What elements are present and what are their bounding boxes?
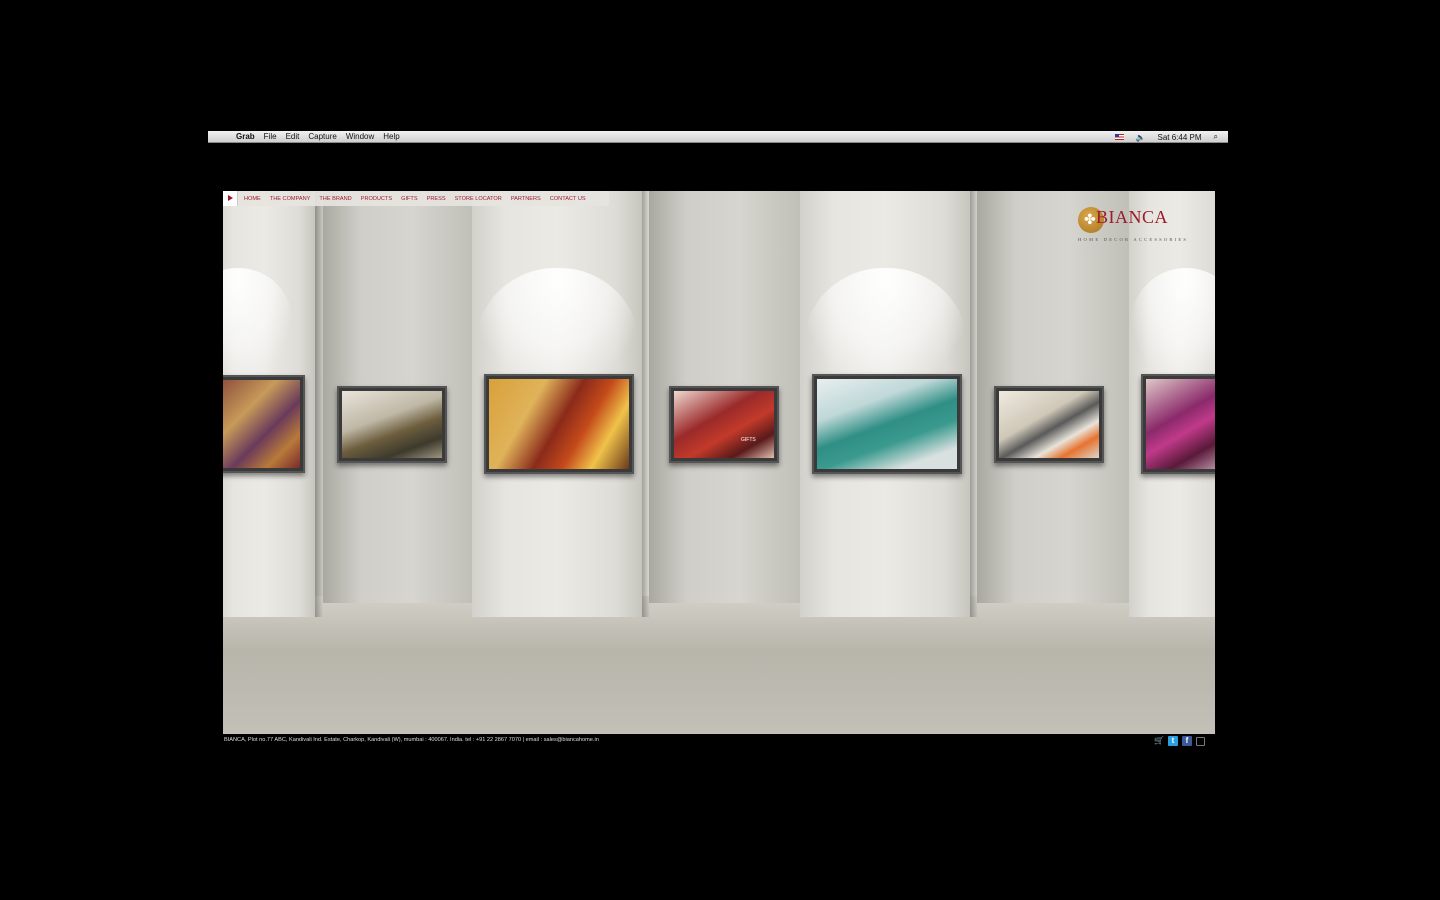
gallery-frame-napkins[interactable] xyxy=(812,374,962,474)
site-footer-address: BIANCA, Plot no.77 ABC, Kandivali Ind. E… xyxy=(224,737,599,743)
mac-menubar: Grab File Edit Capture Window Help 🔈 Sat… xyxy=(208,131,1228,143)
menu-edit[interactable]: Edit xyxy=(286,132,300,141)
spotlight-glow xyxy=(1131,268,1215,388)
nav-contact-us[interactable]: CONTACT US xyxy=(550,196,586,202)
nav-gifts[interactable]: GIFTS xyxy=(401,196,417,202)
logo-name: BIANCA xyxy=(1096,207,1169,227)
gallery-frame-gifts[interactable]: GIFTS xyxy=(669,386,779,463)
menu-file[interactable]: File xyxy=(264,132,277,141)
menu-app-grab[interactable]: Grab xyxy=(236,132,255,141)
gallery-frame-bath[interactable] xyxy=(994,386,1104,463)
nav-home[interactable]: HOME xyxy=(244,196,261,202)
facebook-icon[interactable]: f xyxy=(1182,736,1192,746)
menubar-clock[interactable]: Sat 6:44 PM xyxy=(1157,133,1201,142)
nav-press[interactable]: PRESS xyxy=(427,196,446,202)
cart-icon[interactable]: 🛒 xyxy=(1154,736,1164,746)
bianca-logo[interactable]: BIANCA HOME DECOR ACCESSORIES xyxy=(1078,205,1190,245)
gallery-frame-teaset[interactable] xyxy=(484,374,634,474)
spotlight-icon[interactable]: ⌕ xyxy=(1214,132,1218,142)
social-icons: 🛒 t f xyxy=(1154,736,1205,746)
menubar-status: 🔈 Sat 6:44 PM ⌕ xyxy=(1114,132,1218,142)
logo-tagline: HOME DECOR ACCESSORIES xyxy=(1078,237,1189,242)
nav-the-brand[interactable]: THE BRAND xyxy=(319,196,351,202)
menu-window[interactable]: Window xyxy=(346,132,374,141)
menu-capture[interactable]: Capture xyxy=(308,132,336,141)
gifts-overlay-label[interactable]: GIFTS xyxy=(741,437,756,443)
gallery-frame-tabletop[interactable] xyxy=(337,386,447,463)
nav-store-locator[interactable]: STORE LOCATOR xyxy=(455,196,502,202)
menu-help[interactable]: Help xyxy=(383,132,399,141)
nav-the-company[interactable]: THE COMPANY xyxy=(270,196,311,202)
flag-icon[interactable] xyxy=(1114,134,1124,140)
site-navigation: HOME THE COMPANY THE BRAND PRODUCTS GIFT… xyxy=(223,191,609,206)
gallery-frame-cushions[interactable] xyxy=(223,375,305,473)
gallery-floor xyxy=(223,596,1215,734)
twitter-icon[interactable]: t xyxy=(1168,736,1178,746)
fullscreen-icon[interactable] xyxy=(1196,737,1205,746)
gallery-frame-candles[interactable] xyxy=(1141,374,1215,474)
menubar-menus: Grab File Edit Capture Window Help xyxy=(236,132,400,141)
volume-icon[interactable]: 🔈 xyxy=(1136,133,1146,142)
nav-partners[interactable]: PARTNERS xyxy=(511,196,541,202)
bianca-website: GIFTS HOME THE COMPANY THE BRAND PRODUCT… xyxy=(223,191,1215,734)
play-icon[interactable] xyxy=(223,191,238,206)
nav-products[interactable]: PRODUCTS xyxy=(361,196,392,202)
